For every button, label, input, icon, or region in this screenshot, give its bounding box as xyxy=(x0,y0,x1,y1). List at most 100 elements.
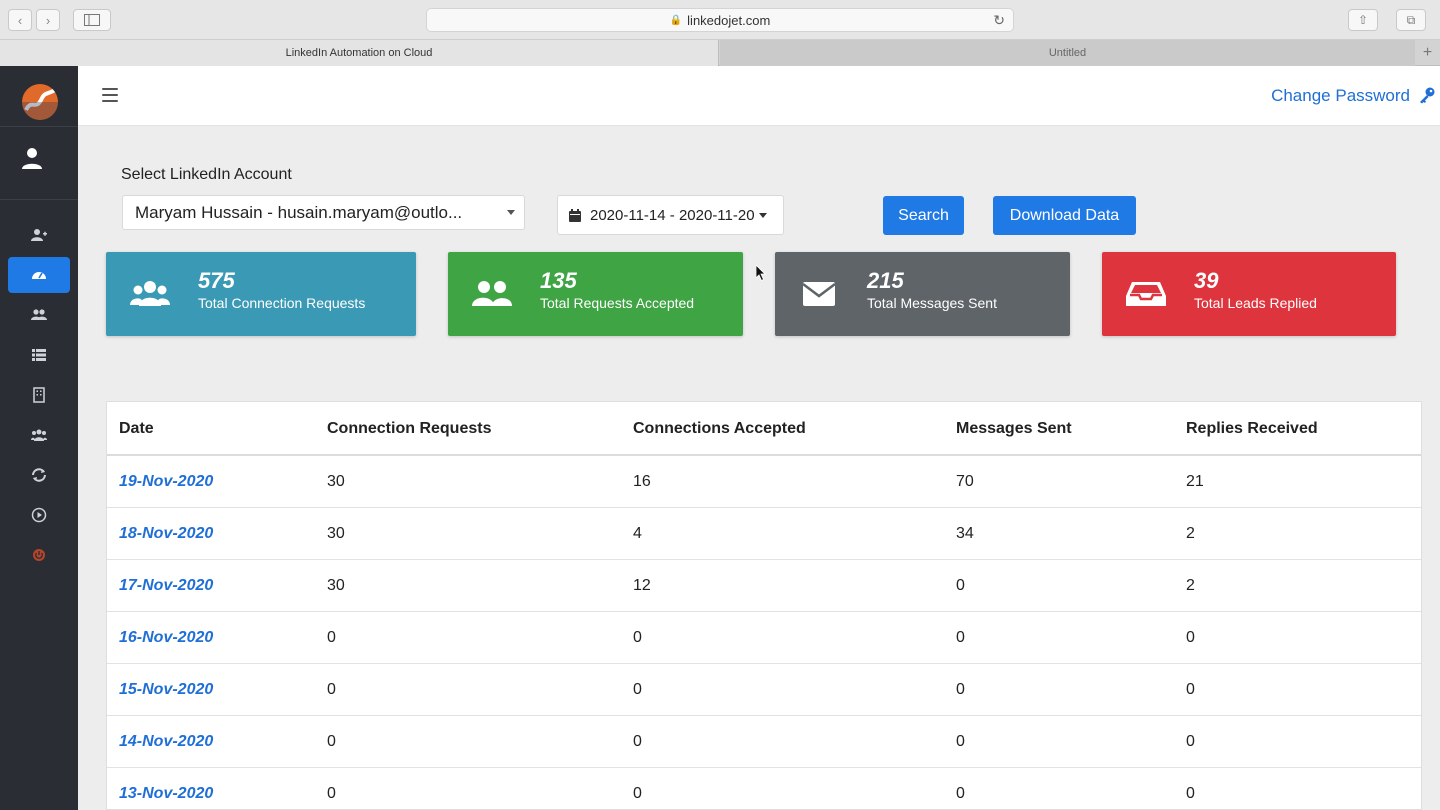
row-requests: 0 xyxy=(327,785,336,802)
sidebar xyxy=(0,66,78,810)
stat-label: Total Requests Accepted xyxy=(540,295,695,311)
row-replies: 21 xyxy=(1186,473,1204,490)
sidebar-item-add-user[interactable] xyxy=(8,217,70,253)
key-icon[interactable] xyxy=(1418,86,1436,104)
row-requests: 0 xyxy=(327,629,336,646)
column-header-date[interactable]: Date xyxy=(119,402,154,455)
user-plus-icon xyxy=(31,229,47,241)
new-tab-icon[interactable]: + xyxy=(1415,40,1440,66)
inbox-icon xyxy=(1126,282,1166,306)
tab-linkedin-automation[interactable]: LinkedIn Automation on Cloud xyxy=(0,40,719,66)
back-button[interactable]: ‹ xyxy=(8,9,32,31)
sidebar-item-team[interactable] xyxy=(8,417,70,453)
row-accepted: 12 xyxy=(633,577,651,594)
sidebar-item-companies[interactable] xyxy=(8,377,70,413)
table-row: 16-Nov-2020 0 0 0 0 xyxy=(107,612,1421,664)
tab-untitled[interactable]: Untitled xyxy=(720,40,1415,66)
column-header-messages-sent[interactable]: Messages Sent xyxy=(956,402,1072,455)
tabs-overview-icon[interactable]: ⧉ xyxy=(1396,9,1426,31)
hamburger-menu-icon[interactable] xyxy=(102,88,118,102)
row-messages: 0 xyxy=(956,577,965,594)
lock-icon: 🔒 xyxy=(669,14,683,26)
stat-card-connection-requests: 575 Total Connection Requests xyxy=(106,252,416,336)
chevron-down-icon xyxy=(507,210,515,215)
row-messages: 70 xyxy=(956,473,974,490)
sidebar-item-users[interactable] xyxy=(8,297,70,333)
row-messages: 0 xyxy=(956,629,965,646)
mouse-cursor-icon xyxy=(756,265,766,281)
row-replies: 0 xyxy=(1186,785,1195,802)
date-range-picker[interactable]: 2020-11-14 - 2020-11-20 xyxy=(557,195,784,235)
stat-card-requests-accepted: 135 Total Requests Accepted xyxy=(448,252,743,336)
row-messages: 34 xyxy=(956,525,974,542)
stat-value: 135 xyxy=(540,268,577,293)
row-date-link[interactable]: 17-Nov-2020 xyxy=(119,560,213,612)
search-button[interactable]: Search xyxy=(883,196,964,235)
row-date-link[interactable]: 18-Nov-2020 xyxy=(119,508,213,560)
calendar-icon xyxy=(569,208,581,222)
row-replies: 2 xyxy=(1186,525,1195,542)
row-messages: 0 xyxy=(956,733,965,750)
date-range-value: 2020-11-14 - 2020-11-20 xyxy=(590,206,755,224)
row-messages: 0 xyxy=(956,681,965,698)
column-header-replies-received[interactable]: Replies Received xyxy=(1186,402,1318,455)
users-icon xyxy=(130,281,170,306)
row-messages: 0 xyxy=(956,785,965,802)
sidebar-item-play[interactable] xyxy=(8,497,70,533)
table-row: 17-Nov-2020 30 12 0 2 xyxy=(107,560,1421,612)
building-icon xyxy=(33,387,45,403)
forward-button[interactable]: › xyxy=(36,9,60,31)
sidebar-toggle-icon[interactable] xyxy=(73,9,111,31)
app-logo[interactable] xyxy=(22,84,58,120)
column-header-connections-accepted[interactable]: Connections Accepted xyxy=(633,402,806,455)
share-icon[interactable]: ⇧ xyxy=(1348,9,1378,31)
row-requests: 30 xyxy=(327,473,345,490)
user-friends-icon xyxy=(472,281,512,306)
column-header-connection-requests[interactable]: Connection Requests xyxy=(327,402,491,455)
envelope-icon xyxy=(802,282,836,306)
row-replies: 0 xyxy=(1186,733,1195,750)
row-date-link[interactable]: 16-Nov-2020 xyxy=(119,612,213,664)
user-profile-icon[interactable] xyxy=(20,146,44,170)
stat-value: 575 xyxy=(198,268,235,293)
stat-label: Total Leads Replied xyxy=(1194,295,1317,311)
download-data-button[interactable]: Download Data xyxy=(993,196,1136,235)
power-icon xyxy=(33,549,45,561)
table-row: 14-Nov-2020 0 0 0 0 xyxy=(107,716,1421,768)
sidebar-item-logout[interactable] xyxy=(8,537,70,573)
row-accepted: 0 xyxy=(633,785,642,802)
users-icon xyxy=(31,309,47,320)
play-circle-icon xyxy=(31,507,47,523)
reload-icon[interactable]: ↻ xyxy=(993,12,1005,29)
stat-value: 215 xyxy=(867,268,904,293)
row-accepted: 4 xyxy=(633,525,642,542)
tab-bar: LinkedIn Automation on Cloud Untitled + xyxy=(0,40,1440,66)
row-date-link[interactable]: 15-Nov-2020 xyxy=(119,664,213,716)
account-select[interactable]: Maryam Hussain - husain.maryam@outlo... xyxy=(122,195,525,230)
sidebar-item-dashboard[interactable] xyxy=(8,257,70,293)
stat-card-leads-replied: 39 Total Leads Replied xyxy=(1102,252,1396,336)
row-requests: 0 xyxy=(327,733,336,750)
address-bar[interactable]: 🔒 linkedojet.com ↻ xyxy=(426,8,1014,32)
browser-toolbar: ‹ › 🔒 linkedojet.com ↻ ⇧ ⧉ xyxy=(0,0,1440,40)
row-accepted: 0 xyxy=(633,629,642,646)
table-row: 15-Nov-2020 0 0 0 0 xyxy=(107,664,1421,716)
dashboard-gauge-icon xyxy=(32,272,46,279)
row-date-link[interactable]: 14-Nov-2020 xyxy=(119,716,213,768)
row-date-link[interactable]: 19-Nov-2020 xyxy=(119,456,213,508)
select-account-label: Select LinkedIn Account xyxy=(121,166,292,183)
row-date-link[interactable]: 13-Nov-2020 xyxy=(119,768,213,810)
row-replies: 0 xyxy=(1186,681,1195,698)
sidebar-item-sync[interactable] xyxy=(8,457,70,493)
stat-card-messages-sent: 215 Total Messages Sent xyxy=(775,252,1070,336)
url-text: linkedojet.com xyxy=(687,12,771,28)
change-password-link[interactable]: Change Password xyxy=(1271,86,1410,106)
sync-icon xyxy=(32,468,46,482)
row-requests: 0 xyxy=(327,681,336,698)
sidebar-item-list[interactable] xyxy=(8,337,70,373)
stat-value: 39 xyxy=(1194,268,1219,293)
table-row: 13-Nov-2020 0 0 0 0 xyxy=(107,768,1421,810)
row-accepted: 16 xyxy=(633,473,651,490)
row-accepted: 0 xyxy=(633,681,642,698)
row-replies: 2 xyxy=(1186,577,1195,594)
